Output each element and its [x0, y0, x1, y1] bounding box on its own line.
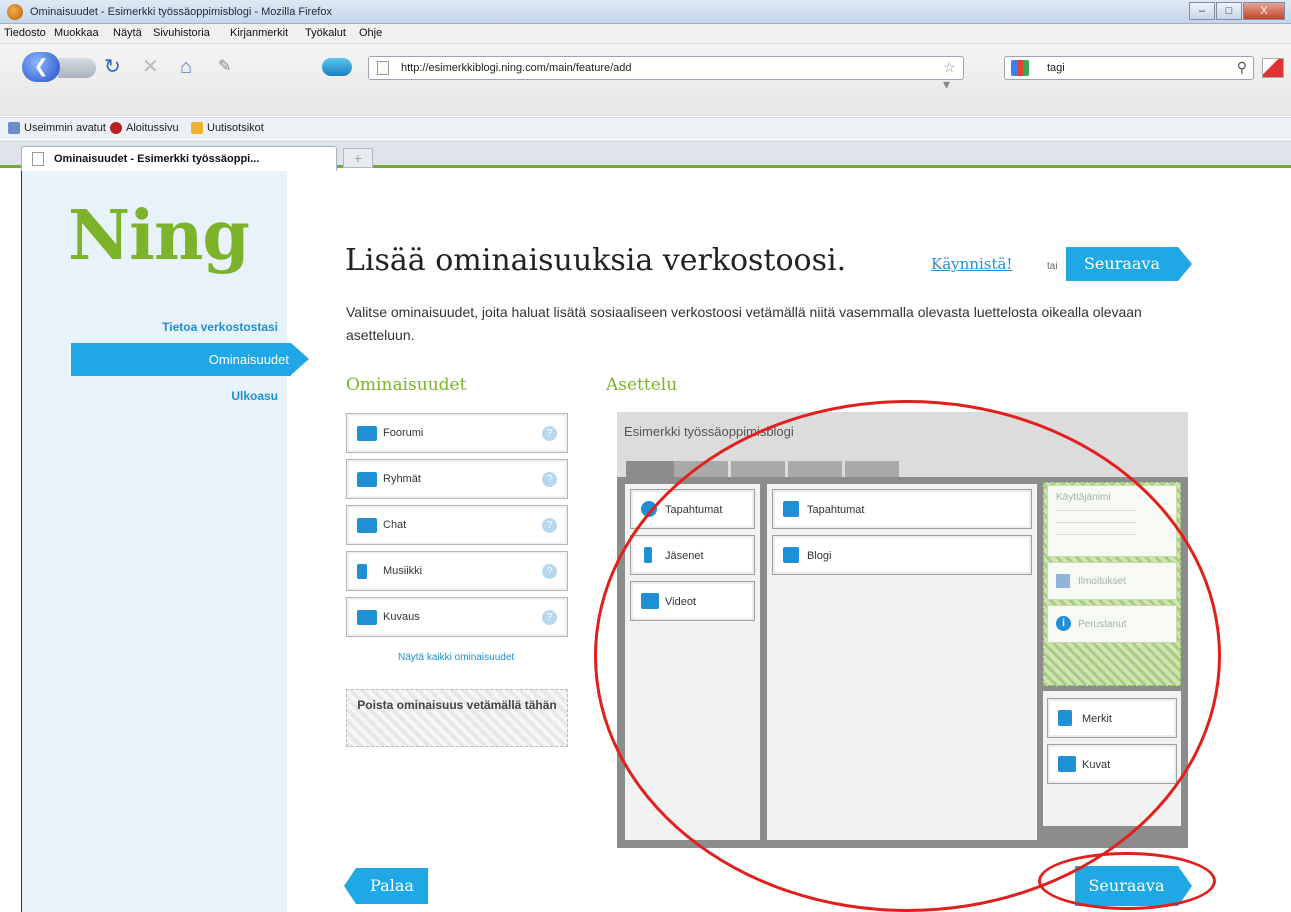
- bookmark-headlines[interactable]: Uutisotsikot: [191, 122, 264, 134]
- forward-button[interactable]: [58, 58, 96, 78]
- window-title: Ominaisuudet - Esimerkki työssäoppimisbl…: [30, 6, 332, 18]
- maximize-button[interactable]: □: [1216, 2, 1242, 20]
- page-icon: [377, 61, 389, 75]
- sidebar-item-appearance[interactable]: Ulkoasu: [60, 389, 278, 403]
- reload-icon[interactable]: ↻: [104, 56, 121, 78]
- menu-edit[interactable]: Muokkaa: [54, 27, 99, 39]
- firefox-bookmark-icon: [110, 122, 122, 134]
- most-visited-icon: [8, 122, 20, 134]
- text-icon: [357, 610, 377, 625]
- help-icon[interactable]: ?: [542, 426, 557, 441]
- show-all-features-link[interactable]: Näytä kaikki ominaisuudet: [398, 652, 514, 663]
- remove-feature-dropzone[interactable]: Poista ominaisuus vetämällä tähän: [346, 689, 568, 747]
- help-icon[interactable]: ?: [542, 472, 557, 487]
- feature-label: Kuvaus: [383, 611, 420, 623]
- addon-icon[interactable]: [1262, 58, 1284, 78]
- search-input[interactable]: tagi: [1047, 62, 1065, 74]
- feature-forum[interactable]: Foorumi ?: [346, 413, 568, 453]
- menu-bar: Tiedosto Muokkaa Näytä Sivuhistoria Kirj…: [0, 24, 1291, 44]
- layout-tab: [626, 461, 680, 477]
- next-button-top[interactable]: Seuraava: [1066, 247, 1192, 281]
- stop-icon[interactable]: ✕: [142, 56, 159, 78]
- rss-icon: [191, 122, 203, 134]
- feature-description[interactable]: Kuvaus ?: [346, 597, 568, 637]
- page-title: Lisää ominaisuuksia verkostoosi.: [345, 243, 847, 278]
- home-icon[interactable]: ⌂: [180, 56, 192, 78]
- help-icon[interactable]: ?: [542, 564, 557, 579]
- music-icon: [357, 564, 367, 579]
- feature-label: Musiikki: [383, 565, 423, 577]
- bookmark-label: Useimmin avatut: [24, 122, 106, 134]
- url-bar[interactable]: http://esimerkkiblogi.ning.com/main/feat…: [368, 56, 964, 92]
- navigation-toolbar: [0, 44, 1291, 116]
- window-controls: – □ X: [1189, 2, 1285, 20]
- page-icon: [32, 152, 44, 166]
- sidebar: [21, 171, 287, 912]
- feature-music[interactable]: Musiikki ?: [346, 551, 568, 591]
- forum-icon: [357, 426, 377, 441]
- window-titlebar: Ominaisuudet - Esimerkki työssäoppimisbl…: [0, 0, 1291, 24]
- feature-label: Ryhmät: [383, 473, 421, 485]
- search-icon[interactable]: ⚲: [1237, 59, 1247, 76]
- back-arrow-icon[interactable]: ❮: [22, 52, 60, 82]
- intro-text: Valitse ominaisuudet, joita haluat lisät…: [346, 304, 1142, 343]
- menu-bookmarks[interactable]: Kirjanmerkit: [230, 27, 288, 39]
- sidebar-item-network-info[interactable]: Tietoa verkostostasi: [60, 320, 278, 334]
- firefox-icon: [7, 4, 23, 20]
- minimize-button[interactable]: –: [1189, 2, 1215, 20]
- menu-view[interactable]: Näytä: [113, 27, 142, 39]
- back-button[interactable]: Palaa: [344, 868, 428, 904]
- sidebar-item-label: Ominaisuudet: [208, 352, 289, 367]
- tag-icon[interactable]: ✎: [218, 56, 231, 78]
- google-icon[interactable]: [1011, 60, 1029, 76]
- bookmark-start-page[interactable]: Aloitussivu: [110, 122, 179, 134]
- bookmarks-toolbar: Useimmin avatut Aloitussivu Uutisotsikot: [0, 117, 1291, 139]
- site-identity-icon[interactable]: [322, 58, 352, 76]
- groups-icon: [357, 472, 377, 487]
- bookmark-most-visited[interactable]: Useimmin avatut: [8, 122, 106, 134]
- launch-link[interactable]: Käynnistä!: [931, 255, 1012, 273]
- menu-history[interactable]: Sivuhistoria: [153, 27, 210, 39]
- sidebar-item-features[interactable]: Ominaisuudet: [71, 343, 309, 376]
- url-text: http://esimerkkiblogi.ning.com/main/feat…: [401, 62, 632, 74]
- feature-label: Foorumi: [383, 427, 424, 439]
- menu-tools[interactable]: Työkalut: [305, 27, 346, 39]
- chat-icon: [357, 518, 377, 533]
- feature-groups[interactable]: Ryhmät ?: [346, 459, 568, 499]
- features-heading: Ominaisuudet: [346, 375, 467, 395]
- menu-file[interactable]: Tiedosto: [4, 27, 46, 39]
- search-box[interactable]: tagi ⚲: [1004, 56, 1254, 80]
- new-tab-button[interactable]: +: [343, 148, 373, 168]
- tab-features[interactable]: Ominaisuudet - Esimerkki työssäoppi...: [21, 146, 337, 171]
- bookmark-label: Uutisotsikot: [207, 122, 264, 134]
- ning-logo: Ning: [68, 196, 250, 276]
- feature-chat[interactable]: Chat ?: [346, 505, 568, 545]
- or-text: tai: [1047, 261, 1058, 272]
- layout-heading: Asettelu: [606, 375, 678, 395]
- help-icon[interactable]: ?: [542, 518, 557, 533]
- close-button[interactable]: X: [1243, 2, 1285, 20]
- menu-help[interactable]: Ohje: [359, 27, 382, 39]
- star-icon[interactable]: ☆ ▾: [943, 59, 963, 93]
- bookmark-label: Aloitussivu: [126, 122, 179, 134]
- feature-label: Chat: [383, 519, 407, 531]
- help-icon[interactable]: ?: [542, 610, 557, 625]
- tab-label: Ominaisuudet - Esimerkki työssäoppi...: [54, 153, 260, 165]
- annotation-ellipse-layout: [594, 400, 1221, 912]
- annotation-ellipse-next: [1038, 852, 1216, 910]
